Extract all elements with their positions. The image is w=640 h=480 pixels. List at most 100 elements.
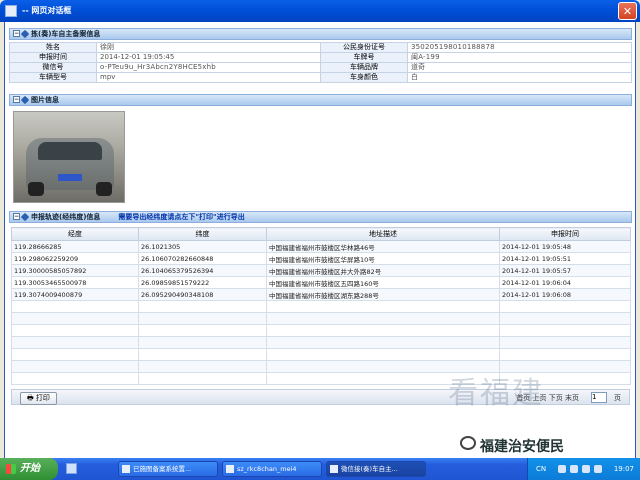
cell-latitude: 26.09859851579222 — [138, 276, 267, 289]
owner-info-table: 姓名 徐刚 公民身份证号 350205198010188878 申报时间 201… — [9, 42, 632, 83]
empty-row — [11, 336, 631, 349]
section-header-owner[interactable]: − 拣(奏)车自主备案信息 — [9, 28, 632, 40]
cell-time: 2014-12-01 19:05:48 — [499, 240, 631, 253]
tray-icon[interactable] — [558, 465, 566, 473]
form-row: 微信号 o-PTeu9u_Hr3Abcn2Y8HCE5xhb 车辆品牌 道奇 — [9, 62, 632, 73]
field-label: 车身颜色 — [320, 72, 408, 83]
section-title-owner: 拣(奏)车自主备案信息 — [31, 30, 101, 38]
collapse-icon[interactable]: − — [13, 96, 20, 103]
cell-address: 中国福建省福州市鼓楼区井大外路82号 — [266, 264, 500, 277]
cell-longitude: 119.30053465500978 — [11, 276, 139, 289]
form-row: 申报时间 2014-12-01 19:05:45 车牌号 闽A-199 — [9, 52, 632, 63]
cell-address: 中国福建省福州市鼓楼区华屏路10号 — [266, 252, 500, 265]
watermark-subtitle: 福建治安便民 — [480, 439, 564, 455]
car-windshield — [38, 142, 102, 160]
field-value: 道奇 — [407, 62, 632, 73]
field-value: 350205198010188878 — [407, 42, 632, 53]
taskbar-item-label: sz_rkc8chan_mei4 — [237, 465, 297, 473]
col-header-address[interactable]: 地址描述 — [266, 227, 500, 241]
window-icon — [330, 465, 338, 473]
print-button[interactable]: 🖶 打印 — [20, 392, 57, 405]
start-button[interactable]: 开始 — [0, 458, 58, 480]
table-row[interactable]: 119.298062259209 26.106070282660848 中国福建… — [11, 252, 631, 265]
table-row[interactable]: 119.3074009400879 26.095290490348108 中国福… — [11, 288, 631, 301]
empty-row — [11, 348, 631, 361]
field-label: 车牌号 — [320, 52, 408, 63]
form-row: 车辆型号 mpv 车身颜色 白 — [9, 72, 632, 83]
language-indicator[interactable]: CN — [536, 465, 546, 473]
cell-time: 2014-12-01 19:06:08 — [499, 288, 631, 301]
col-header-time[interactable]: 申报时间 — [499, 227, 631, 241]
pin-icon — [20, 212, 30, 222]
table-row[interactable]: 119.28666285 26.1021305 中国福建省福州市鼓楼区华林路46… — [11, 240, 631, 253]
field-value: 白 — [407, 72, 632, 83]
field-value: 闽A-199 — [407, 52, 632, 63]
taskbar-item[interactable]: sz_rkc8chan_mei4 — [222, 461, 322, 477]
start-label: 开始 — [20, 463, 40, 474]
system-tray: CN 19:07 — [527, 458, 640, 480]
pin-icon — [20, 95, 30, 105]
cell-longitude: 119.30000585057892 — [11, 264, 139, 277]
cell-latitude: 26.104065379526394 — [138, 264, 267, 277]
field-label: 公民身份证号 — [320, 42, 408, 53]
cell-time: 2014-12-01 19:06:04 — [499, 276, 631, 289]
window-title: -- 网页对话框 — [22, 6, 72, 15]
cell-address: 中国福建省福州市鼓楼区华林路46号 — [266, 240, 500, 253]
col-header-latitude[interactable]: 纬度 — [138, 227, 267, 241]
empty-row — [11, 300, 631, 313]
empty-row — [11, 312, 631, 325]
field-value: mpv — [96, 72, 321, 83]
collapse-icon[interactable]: − — [13, 30, 20, 37]
section-title-track: 申报轨迹(经纬度)信息 — [31, 213, 101, 221]
cell-time: 2014-12-01 19:05:57 — [499, 264, 631, 277]
table-row[interactable]: 119.30053465500978 26.09859851579222 中国福… — [11, 276, 631, 289]
empty-row — [11, 324, 631, 337]
ie-icon — [5, 5, 17, 17]
cell-longitude: 119.3074009400879 — [11, 288, 139, 301]
field-value: o-PTeu9u_Hr3Abcn2Y8HCE5xhb — [96, 62, 321, 73]
table-header-row: 经度 纬度 地址描述 申报时间 — [11, 227, 631, 241]
table-row[interactable]: 119.30000585057892 26.104065379526394 中国… — [11, 264, 631, 277]
field-label: 姓名 — [9, 42, 97, 53]
taskbar: 开始 已施图备案系统置... sz_rkc8chan_mei4 微信接(奏)车自… — [0, 458, 640, 480]
taskbar-item-label: 已施图备案系统置... — [133, 465, 192, 473]
field-label: 车辆型号 — [9, 72, 97, 83]
section-header-track[interactable]: − 申报轨迹(经纬度)信息 需要导出经纬度请点左下"打印"进行导出 — [9, 211, 632, 223]
field-label: 微信号 — [9, 62, 97, 73]
close-button[interactable]: ✕ — [618, 2, 637, 20]
pin-icon — [20, 29, 30, 39]
cell-latitude: 26.106070282660848 — [138, 252, 267, 265]
collapse-icon[interactable]: − — [13, 213, 20, 220]
wechat-logo-icon — [460, 436, 476, 450]
cell-longitude: 119.28666285 — [11, 240, 139, 253]
clock[interactable]: 19:07 — [614, 465, 634, 473]
page-number-value: 1 — [592, 393, 597, 401]
export-note: 需要导出经纬度请点左下"打印"进行导出 — [118, 213, 245, 221]
pager-suffix: 页 — [614, 394, 621, 402]
quicklaunch-icon[interactable] — [66, 463, 77, 474]
field-label: 车辆品牌 — [320, 62, 408, 73]
col-header-longitude[interactable]: 经度 — [11, 227, 139, 241]
vehicle-photo[interactable] — [13, 111, 125, 203]
car-wheel — [96, 182, 112, 196]
car-wheel — [28, 182, 44, 196]
cell-latitude: 26.1021305 — [138, 240, 267, 253]
taskbar-item-label: 微信接(奏)车自主... — [341, 465, 398, 473]
cell-longitude: 119.298062259209 — [11, 252, 139, 265]
print-label: 打印 — [35, 394, 50, 402]
taskbar-item[interactable]: 已施图备案系统置... — [118, 461, 218, 477]
tray-icon[interactable] — [582, 465, 590, 473]
section-header-photo[interactable]: − 图片信息 — [9, 94, 632, 106]
car-plate — [58, 174, 82, 181]
cell-latitude: 26.095290490348108 — [138, 288, 267, 301]
window-titlebar: -- 网页对话框 ✕ — [0, 0, 640, 22]
field-label: 申报时间 — [9, 52, 97, 63]
field-value: 2014-12-01 19:05:45 — [96, 52, 321, 63]
printer-icon: 🖶 — [27, 394, 36, 402]
tray-icon[interactable] — [594, 465, 602, 473]
page-number-input[interactable]: 1 — [591, 392, 607, 403]
track-table: 经度 纬度 地址描述 申报时间 119.28666285 26.1021305 … — [11, 227, 631, 385]
taskbar-item-active[interactable]: 微信接(奏)车自主... — [326, 461, 426, 477]
watermark-title: 看福建 — [448, 376, 544, 411]
tray-icon[interactable] — [570, 465, 578, 473]
